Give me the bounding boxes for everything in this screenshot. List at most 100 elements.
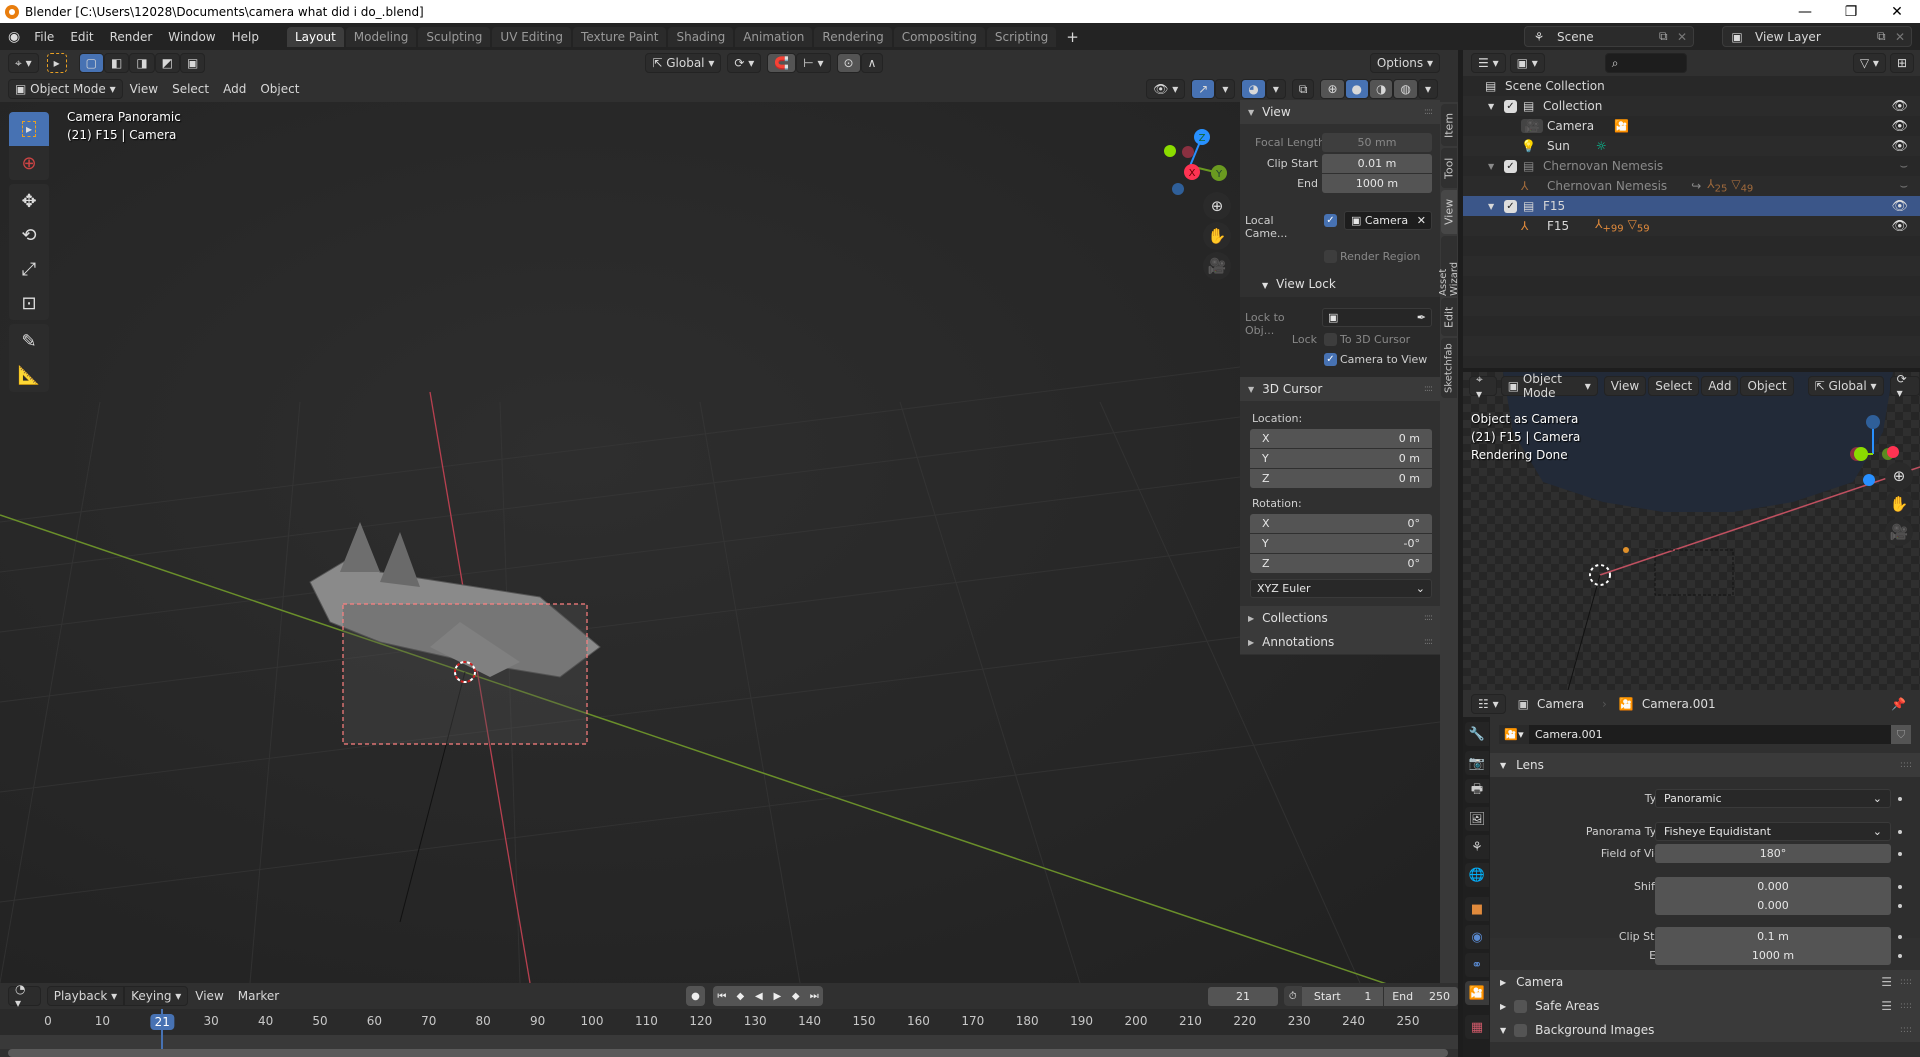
overlay-toggle-icon[interactable]: ◕ [1241,79,1266,99]
overlay-dropdown[interactable]: ▾ [1265,79,1286,99]
expand-arrow-icon[interactable]: ▼ [1488,162,1504,171]
keyframe-area[interactable] [0,1035,1458,1049]
remove-view-layer-icon[interactable]: ✕ [1895,30,1911,44]
scale-tool[interactable]: ⤢ [9,252,49,286]
keyframe-dot-icon[interactable] [1898,830,1902,834]
snap-target-dropdown[interactable]: ⊢ ▾ [796,53,831,73]
cursor-location-z[interactable]: Z0 m [1250,469,1432,488]
visibility-eye-icon[interactable]: 👁 [1891,199,1908,214]
texture-properties-tab[interactable]: ▦ [1465,1015,1489,1039]
focal-length-field[interactable]: 50 mm [1322,133,1432,152]
select-mode-intersect-icon[interactable]: ▣ [180,53,206,73]
select-mode-new-icon[interactable]: ▢ [78,53,104,73]
exclude-checkbox[interactable]: ✓ [1504,159,1517,173]
visibility-eye-icon[interactable]: 👁 [1891,99,1908,114]
visibility-hidden-icon[interactable]: ⌣ [1899,179,1908,194]
expand-arrow-icon[interactable]: ▼ [1488,102,1504,111]
menu-view[interactable]: View [188,989,230,1003]
menu-select[interactable]: Select [165,82,216,96]
fake-user-shield-icon[interactable]: ⛉ [1891,725,1911,744]
cursor-rotation-x[interactable]: X 0° [1250,514,1432,533]
transform-orientation-dropdown[interactable]: ⇱ Global ▾ [1807,376,1884,396]
keyframe-dot-icon[interactable] [1898,904,1902,908]
sidebar-tab-item[interactable]: Item [1441,104,1457,146]
lens-panel-header[interactable]: ▼ Lens:::: [1490,753,1920,777]
current-frame-field[interactable]: 21 [1208,986,1278,1006]
playback-menu[interactable]: Playback ▾ [46,986,125,1006]
pan-view-hand-icon[interactable]: ✋ [1203,222,1231,250]
view-layer-properties-tab[interactable]: 🖼 [1465,807,1489,831]
tab-texture-paint[interactable]: Texture Paint [573,26,667,47]
end-frame-field[interactable]: End 250 [1384,986,1459,1006]
cursor-location-x[interactable]: X0 m [1250,429,1432,448]
play-reverse-icon[interactable]: ◀ [749,986,769,1006]
proportional-falloff-dropdown[interactable]: ∧ [860,53,884,73]
select-mode-extend-icon[interactable]: ◧ [103,53,130,73]
menu-object[interactable]: Object [1740,376,1794,396]
tab-scripting[interactable]: Scripting [986,26,1057,47]
select-mode-subtract-icon[interactable]: ◨ [129,53,155,73]
frame-ruler[interactable]: 0102130405060708090100110120130140150160… [0,1009,1458,1035]
cursor-location-y[interactable]: Y0 m [1250,449,1432,468]
auto-keying-record-icon[interactable]: ● [686,986,705,1006]
close-button[interactable]: ✕ [1874,4,1920,20]
output-properties-tab[interactable]: 🖶 [1465,779,1489,803]
copy-view-layer-icon[interactable]: ⧉ [1877,29,1895,44]
filter-dropdown[interactable]: ▽ ▾ [1852,53,1886,73]
constraints-properties-tab[interactable]: ⚭ [1465,953,1489,977]
properties-editor-type-icon[interactable]: ☷ ▾ [1471,693,1506,714]
shading-rendered-icon[interactable]: ◍ [1393,79,1418,99]
snap-toggle-icon[interactable]: 🧲 [767,53,797,73]
pivot-point-dropdown[interactable]: ⟳ ▾ [1889,372,1920,400]
outliner-row[interactable]: ▼ ✓ ▤ Collection 👁 [1463,96,1920,116]
safe-areas-panel-header[interactable]: ▶ Safe Areas ☰:::: [1490,994,1920,1018]
background-images-checkbox[interactable] [1514,1023,1528,1037]
camera-data-icon[interactable]: 🎦 [1614,119,1629,133]
shading-solid-icon[interactable]: ● [1344,79,1369,99]
remove-scene-icon[interactable]: ✕ [1677,30,1693,44]
cursor-rotation-z[interactable]: Z 0° [1250,554,1432,573]
armature-data-icon[interactable]: ⅄25 [1707,177,1727,194]
shading-wireframe-icon[interactable]: ⊕ [1320,79,1345,99]
sidebar-tab-edit[interactable]: Edit [1441,298,1457,336]
timeline-editor-type-icon[interactable]: ◔ ▾ [8,982,41,1010]
tab-modeling[interactable]: Modeling [345,26,417,47]
outliner-row-selected[interactable]: ▼ ✓ ▤ F15 👁 [1463,196,1920,216]
outliner-editor-type-icon[interactable]: ☰ ▾ [1471,53,1506,73]
presets-list-icon[interactable]: ☰ [1881,999,1892,1013]
start-frame-field[interactable]: Start 1 [1302,986,1384,1006]
gizmo-z[interactable] [1863,474,1875,486]
clip-start-field[interactable]: 0.01 m [1322,154,1432,173]
camera-view-icon[interactable]: 🎥 [1203,252,1231,280]
menu-view[interactable]: View [123,82,165,96]
clip-end-field[interactable]: 1000 m [1322,174,1432,193]
keyframe-dot-icon[interactable] [1898,885,1902,889]
sidebar-tab-asset-wizard[interactable]: Asset Wizard [1438,236,1460,296]
editor-type-button[interactable]: ⌖ ▾ [1469,372,1497,401]
keyframe-dot-icon[interactable] [1898,852,1902,856]
presets-list-icon[interactable]: ☰ [1881,975,1892,989]
sidebar-tab-tool[interactable]: Tool [1441,148,1457,188]
visibility-eye-icon[interactable]: 👁 [1891,139,1908,154]
field-of-view-slider[interactable]: 180° [1655,844,1891,863]
menu-file[interactable]: File [26,30,62,44]
tab-rendering[interactable]: Rendering [814,26,892,47]
tab-sculpting[interactable]: Sculpting [418,26,491,47]
camera-viewport[interactable]: ⌖ ▾ ▣ Object Mode ▾ View Select Add Obje… [1463,372,1920,690]
sidebar-tab-view[interactable]: View [1441,190,1457,234]
tab-shading[interactable]: Shading [668,26,734,47]
mesh-data-icon[interactable]: ▽59 [1628,217,1650,234]
camera-view-icon[interactable]: 🎥 [1885,518,1913,546]
view-layer-selector[interactable]: ▣ View Layer ⧉ ✕ [1722,26,1912,47]
camera-to-view-checkbox[interactable]: ✓ [1324,353,1337,366]
gizmo-neg-x[interactable] [1182,146,1194,158]
view-lock-header[interactable]: ▼ View Lock [1262,277,1336,291]
local-camera-checkbox[interactable]: ✓ [1324,214,1337,227]
maximize-button[interactable]: ❐ [1828,4,1874,20]
xray-toggle-icon[interactable]: ⧉ [1291,79,1315,99]
physics-properties-tab[interactable]: ◉ [1465,925,1489,949]
camera-data-properties-tab[interactable]: 🎦 [1465,981,1489,1005]
rotation-mode-dropdown[interactable]: XYZ Euler ⌄ [1250,579,1432,598]
lens-type-dropdown[interactable]: Panoramic ⌄ [1655,789,1891,808]
gizmo-neg-y[interactable] [1164,145,1176,157]
